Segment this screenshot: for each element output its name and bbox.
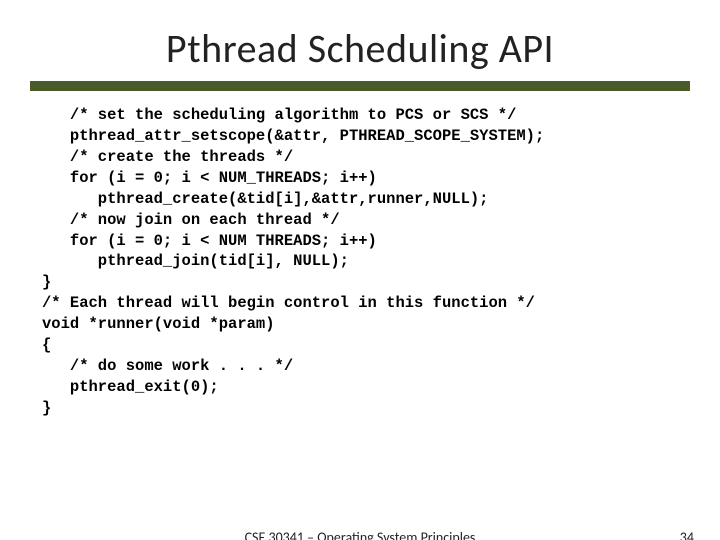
footer-course: CSE 30341 – Operating System Principles — [0, 529, 720, 540]
slide-title: Pthread Scheduling API — [0, 24, 720, 73]
code-block: /* set the scheduling algorithm to PCS o… — [42, 105, 720, 419]
footer-page-number: 34 — [680, 529, 694, 540]
title-underline — [30, 81, 690, 91]
